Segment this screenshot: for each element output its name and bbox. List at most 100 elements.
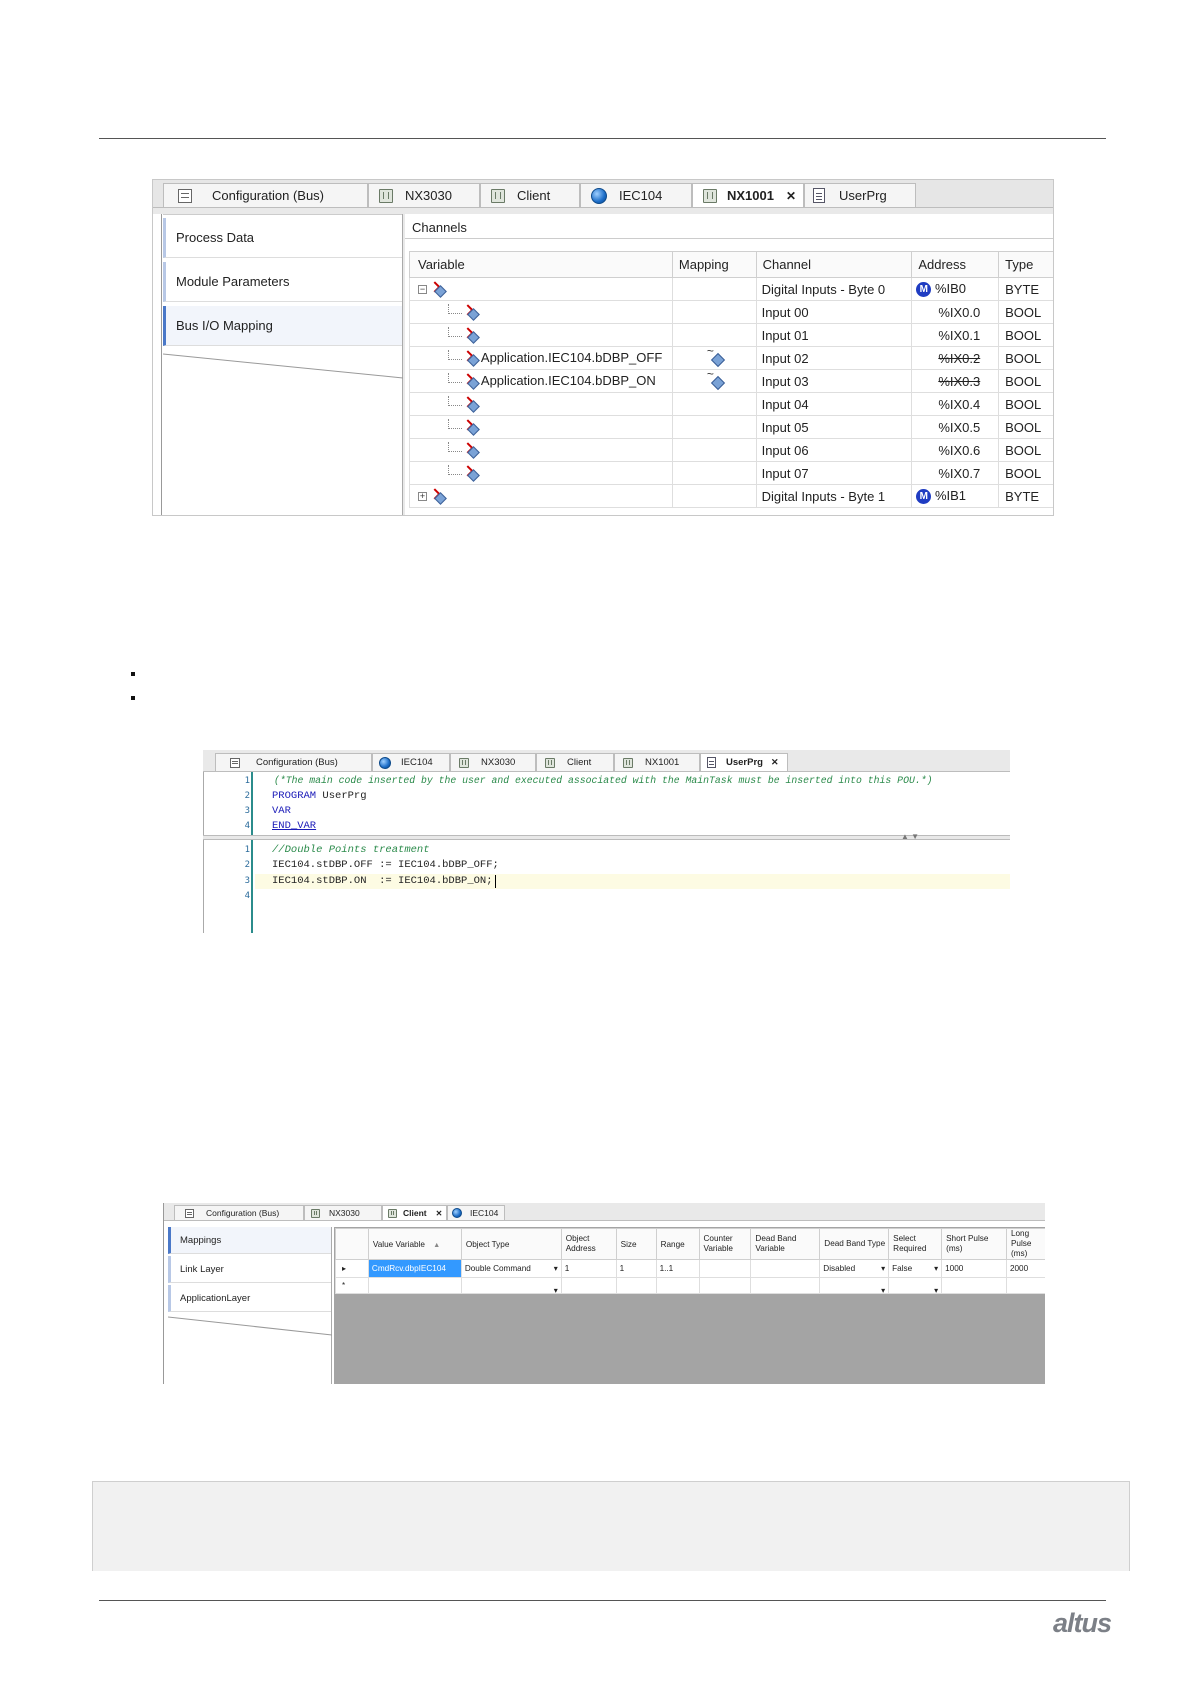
dropdown-arrow-icon[interactable]: ▾ <box>554 1264 558 1273</box>
tab-iec104[interactable]: IEC104 <box>372 753 450 771</box>
nav-item-bus-io-mapping[interactable]: Bus I/O Mapping <box>163 306 402 346</box>
col-header-range[interactable]: Range <box>655 1228 700 1260</box>
cell-dead-band-type[interactable]: Disabled ▾ <box>819 1259 890 1278</box>
client-nav-panel: Mappings Link Layer ApplicationLayer <box>164 1227 332 1384</box>
table-row[interactable]: Input 04 %IX0.4 BOOL <box>409 392 1053 416</box>
tab-client[interactable]: Client <box>480 183 580 207</box>
nav-item-module-parameters[interactable]: Module Parameters <box>163 262 402 302</box>
variable-icon <box>462 396 480 413</box>
tab-nx3030[interactable]: NX3030 <box>450 753 536 771</box>
line-number: 3 <box>244 806 250 816</box>
nav-item-label: Module Parameters <box>176 274 290 289</box>
tab-nx3030[interactable]: NX3030 <box>368 183 480 207</box>
device-icon <box>379 188 393 203</box>
col-header-value-variable[interactable]: Value Variable ▲ <box>367 1228 462 1260</box>
nav-item-mappings[interactable]: Mappings <box>168 1227 331 1254</box>
close-icon[interactable]: ✕ <box>786 189 796 203</box>
col-header-counter-variable[interactable]: Counter Variable <box>698 1228 752 1260</box>
cell-object-address[interactable]: 1 <box>560 1259 617 1278</box>
dropdown-arrow-icon[interactable]: ▾ <box>881 1286 885 1293</box>
cell-size[interactable] <box>615 1277 657 1294</box>
cell-dead-band-variable[interactable] <box>750 1277 821 1294</box>
cell-counter-variable[interactable] <box>698 1259 752 1278</box>
col-header-size[interactable]: Size <box>615 1228 657 1260</box>
dropdown-arrow-icon[interactable]: ▾ <box>934 1286 938 1293</box>
nav-item-process-data[interactable]: Process Data <box>163 218 402 258</box>
dropdown-arrow-icon[interactable]: ▾ <box>881 1264 885 1273</box>
config-icon <box>185 1208 194 1218</box>
figure-io-mapping: Configuration (Bus) NX3030 Client IEC104… <box>152 179 1054 516</box>
table-row-new[interactable]: * ▾ ▾ ▾ <box>335 1277 1045 1294</box>
table-row[interactable]: − Digital Inputs - Byte 0 M %IB0 BYTE <box>409 277 1053 301</box>
table-row[interactable]: Input 05 %IX0.5 BOOL <box>409 415 1053 439</box>
tab-client[interactable]: Client ✕ <box>382 1205 447 1220</box>
col-header-dead-band-variable[interactable]: Dead Band Variable <box>750 1228 821 1260</box>
declaration-pane[interactable]: 1 2 3 4 (*The main code inserted by the … <box>203 772 1010 835</box>
dropdown-arrow-icon[interactable]: ▾ <box>554 1286 558 1293</box>
tab-configuration-bus[interactable]: Configuration (Bus) <box>163 183 368 207</box>
cell-long-pulse[interactable] <box>1005 1277 1045 1294</box>
col-header-long-pulse[interactable]: Long Pulse (ms) <box>1005 1228 1045 1260</box>
tab-userprg[interactable]: UserPrg <box>804 183 916 207</box>
expand-toggle[interactable]: + <box>418 492 427 502</box>
tab-userprg[interactable]: UserPrg ✕ <box>700 753 788 771</box>
col-header-dead-band-type[interactable]: Dead Band Type <box>819 1228 890 1260</box>
tab-iec104[interactable]: IEC104 <box>580 183 692 207</box>
cell-channel: Input 07 <box>755 461 913 485</box>
tab-nx1001[interactable]: NX1001 <box>614 753 700 771</box>
cell-short-pulse[interactable]: 1000 <box>941 1259 1007 1278</box>
table-row[interactable]: ▸ CmdRcv.dbpIEC104 Double Command ▾ 1 1 1… <box>335 1259 1045 1278</box>
col-header-address[interactable]: Address <box>911 251 1000 278</box>
col-header-select-required[interactable]: Select Required <box>888 1228 943 1260</box>
tab-label: Client <box>567 757 592 768</box>
table-row[interactable]: Input 07 %IX0.7 BOOL <box>409 461 1053 485</box>
close-icon[interactable]: ✕ <box>436 1209 443 1218</box>
cell-object-type[interactable]: ▾ <box>460 1277 562 1294</box>
nav-item-link-layer[interactable]: Link Layer <box>168 1256 331 1283</box>
cell-counter-variable[interactable] <box>698 1277 752 1294</box>
col-header-variable[interactable]: Variable <box>409 251 673 278</box>
tab-client[interactable]: Client <box>536 753 614 771</box>
cell-address: %IX0.5 <box>911 415 1000 439</box>
cell-short-pulse[interactable] <box>941 1277 1007 1294</box>
nav-item-application-layer[interactable]: ApplicationLayer <box>168 1285 331 1312</box>
cell-range[interactable] <box>655 1277 700 1294</box>
table-row[interactable]: Application.IEC104.bDBP_ON Input 03 %IX0… <box>409 369 1053 393</box>
cell-value-variable[interactable] <box>367 1277 462 1294</box>
cell-dead-band-variable[interactable] <box>750 1259 821 1278</box>
col-header-object-address[interactable]: Object Address <box>560 1228 617 1260</box>
table-row[interactable]: Application.IEC104.bDBP_OFF Input 02 %IX… <box>409 346 1053 370</box>
tab-configuration-bus[interactable]: Configuration (Bus) <box>215 753 372 771</box>
cell-value-variable[interactable]: CmdRcv.dbpIEC104 <box>367 1259 462 1278</box>
tree-connector <box>448 396 462 407</box>
close-icon[interactable]: ✕ <box>771 757 779 768</box>
col-header-short-pulse[interactable]: Short Pulse (ms) <box>941 1228 1007 1260</box>
tab-nx1001[interactable]: NX1001 ✕ <box>692 183 804 207</box>
col-header-type[interactable]: Type <box>998 251 1053 278</box>
cell-object-address[interactable] <box>560 1277 617 1294</box>
variable-icon <box>462 304 480 321</box>
cell-range[interactable]: 1..1 <box>655 1259 700 1278</box>
table-row[interactable]: Input 01 %IX0.1 BOOL <box>409 323 1053 347</box>
code-line: IEC104.stDBP.ON := IEC104.bDBP_ON; <box>272 875 493 887</box>
collapse-toggle[interactable]: − <box>418 285 427 295</box>
dropdown-arrow-icon[interactable]: ▾ <box>934 1264 938 1273</box>
cell-select-required[interactable]: False ▾ <box>888 1259 943 1278</box>
tab-iec104[interactable]: IEC104 <box>447 1205 505 1220</box>
cell-dead-band-type[interactable]: ▾ <box>819 1277 890 1294</box>
table-row[interactable]: + Digital Inputs - Byte 1 M %IB1 BYTE <box>409 484 1053 508</box>
col-header-channel[interactable]: Channel <box>755 251 913 278</box>
col-header-mapping[interactable]: Mapping <box>671 251 757 278</box>
tab-configuration-bus[interactable]: Configuration (Bus) <box>174 1205 304 1220</box>
tab-nx3030[interactable]: NX3030 <box>304 1205 382 1220</box>
nav-item-label: Bus I/O Mapping <box>176 318 273 333</box>
cell-object-type[interactable]: Double Command ▾ <box>460 1259 562 1278</box>
cell-size[interactable]: 1 <box>615 1259 657 1278</box>
table-row[interactable]: Input 00 %IX0.0 BOOL <box>409 300 1053 324</box>
col-header-object-type[interactable]: Object Type <box>460 1228 562 1260</box>
table-row[interactable]: Input 06 %IX0.6 BOOL <box>409 438 1053 462</box>
cell-long-pulse[interactable]: 2000 <box>1005 1259 1045 1278</box>
row-header-corner <box>335 1228 369 1260</box>
implementation-pane[interactable]: 1 2 3 4 //Double Points treatment IEC104… <box>203 840 1010 933</box>
cell-select-required[interactable]: ▾ <box>888 1277 943 1294</box>
